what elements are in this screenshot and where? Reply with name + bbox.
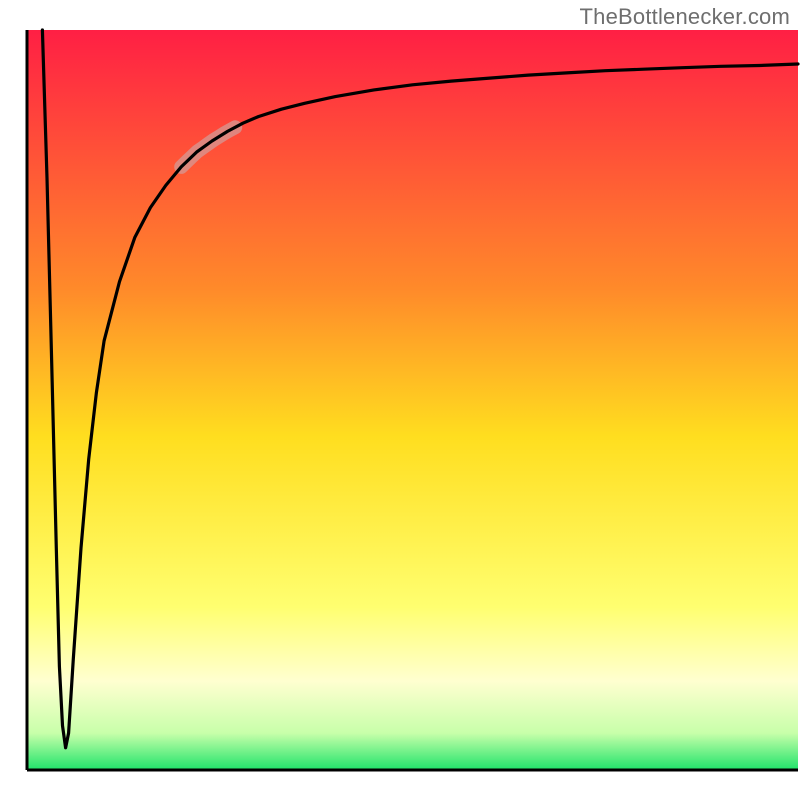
plot-background [27,30,798,770]
bottleneck-plot [0,0,800,800]
chart-frame: TheBottlenecker.com [0,0,800,800]
